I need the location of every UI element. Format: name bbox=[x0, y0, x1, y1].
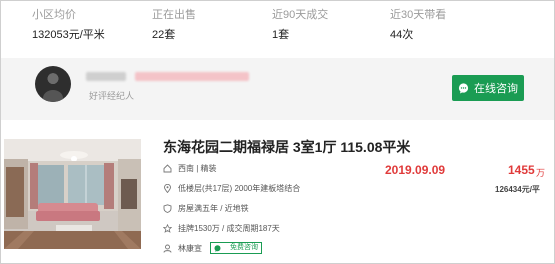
location-icon bbox=[164, 184, 171, 193]
agent-name-blurred bbox=[86, 72, 126, 81]
listing-info-text: 挂牌1530万 / 成交周期187天 bbox=[178, 224, 280, 233]
house-icon bbox=[163, 164, 172, 173]
online-consult-button[interactable]: 在线咨询 bbox=[452, 75, 524, 101]
chat-icon bbox=[458, 82, 469, 94]
deal-date: 2019.09.09 bbox=[385, 163, 446, 177]
orientation-text: 西南 | 精装 bbox=[178, 164, 217, 173]
tags-text: 房屋满五年 / 近地铁 bbox=[178, 204, 249, 213]
listing-photo[interactable] bbox=[4, 139, 141, 249]
community-stats: 小区均价 132053元/平米 正在出售 22套 近90天成交 1套 近30天带… bbox=[32, 8, 552, 48]
chat-icon bbox=[214, 244, 221, 252]
online-consult-label: 在线咨询 bbox=[474, 83, 518, 95]
stat-label: 小区均价 bbox=[32, 9, 76, 21]
floor-text: 低楼层(共17层) 2000年建板塔结合 bbox=[178, 184, 301, 193]
floor-row: 低楼层(共17层) 2000年建板塔结合 bbox=[163, 183, 300, 194]
agent-rating-tag: 好评经纪人 bbox=[89, 91, 135, 101]
agent-phone-blurred bbox=[135, 72, 249, 81]
stat-label: 近90天成交 bbox=[272, 9, 329, 21]
agent-panel: 好评经纪人 在线咨询 bbox=[1, 58, 554, 120]
stat-value: 1套 bbox=[272, 29, 290, 41]
stat-90day-deals: 近90天成交 1套 bbox=[272, 8, 328, 42]
stat-avg-price: 小区均价 132053元/平米 bbox=[32, 8, 105, 42]
listing-title[interactable]: 东海花园二期福禄居 3室1厅 115.08平米 bbox=[163, 137, 410, 157]
agent-row: 林康宣 免费咨询 bbox=[163, 242, 262, 254]
listing-info-row: 挂牌1530万 / 成交周期187天 bbox=[163, 223, 280, 234]
person-icon bbox=[163, 244, 172, 253]
listing-agent-name[interactable]: 林康宣 bbox=[178, 243, 202, 254]
shield-icon bbox=[163, 204, 172, 213]
total-price: 1455 bbox=[508, 163, 535, 177]
stat-value: 132053元/平米 bbox=[32, 29, 105, 41]
star-icon bbox=[163, 224, 172, 233]
orientation-row: 西南 | 精装 bbox=[163, 163, 217, 174]
free-consult-badge[interactable]: 免费咨询 bbox=[210, 242, 262, 254]
unit-price: 126434元/平 bbox=[495, 185, 540, 194]
stat-value: 22套 bbox=[152, 29, 176, 41]
free-consult-label: 免费咨询 bbox=[230, 244, 258, 251]
avatar[interactable] bbox=[35, 66, 71, 102]
stat-on-sale: 正在出售 22套 bbox=[152, 8, 196, 42]
stat-label: 正在出售 bbox=[152, 9, 196, 21]
stat-30day-views: 近30天带看 44次 bbox=[390, 8, 446, 42]
stat-label: 近30天带看 bbox=[390, 9, 447, 21]
tags-row: 房屋满五年 / 近地铁 bbox=[163, 203, 249, 214]
stat-value: 44次 bbox=[390, 29, 414, 41]
total-price-unit: 万 bbox=[536, 168, 546, 178]
